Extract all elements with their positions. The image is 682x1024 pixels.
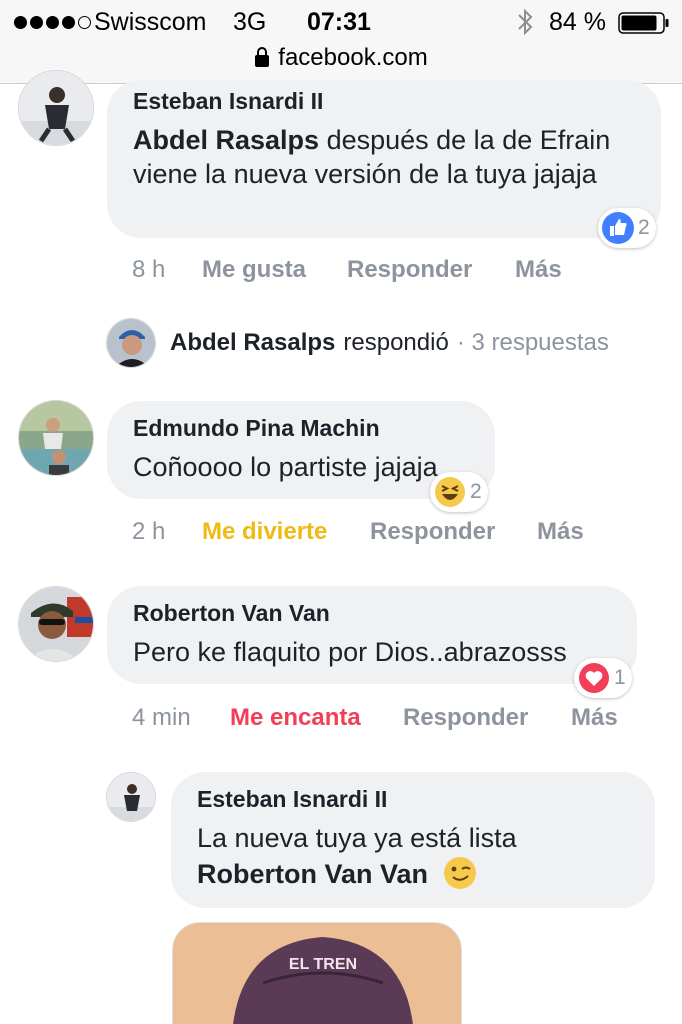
love-reaction-icon — [579, 663, 609, 693]
more-button[interactable]: Más — [571, 704, 618, 732]
reaction-summary[interactable]: 1 — [574, 658, 632, 698]
like-button[interactable]: Me gusta — [202, 256, 347, 284]
comment-author[interactable]: Esteban Isnardi II — [197, 786, 629, 813]
url-bar[interactable]: facebook.com — [0, 44, 682, 72]
avatar-photo — [107, 319, 155, 367]
battery-icon — [618, 12, 669, 34]
avatar-photo — [19, 587, 93, 661]
avatar[interactable] — [18, 70, 94, 146]
reaction-count: 2 — [470, 480, 482, 503]
avatar[interactable] — [18, 586, 94, 662]
replier-name: Abdel Rasalps — [170, 329, 336, 356]
mention-link[interactable]: Abdel Rasalps — [133, 125, 319, 155]
bluetooth-icon — [518, 8, 533, 36]
reply-button[interactable]: Responder — [370, 518, 537, 546]
avatar-photo — [107, 773, 155, 821]
haha-reaction-icon — [435, 477, 465, 507]
comment-actions: 8 h Me gusta Responder Más — [132, 256, 562, 284]
comment-body: La nueva tuya ya está lista — [197, 823, 517, 853]
comment-text: La nueva tuya ya está lista Roberton Van… — [197, 821, 629, 891]
view-replies-link[interactable]: Abdel Rasalps respondió · 3 respuestas — [106, 318, 609, 368]
comment-time[interactable]: 2 h — [132, 518, 202, 546]
reaction-count: 1 — [614, 666, 626, 689]
battery-percentage: 84 % — [549, 8, 606, 36]
cap-lettering: EL TREN — [289, 956, 357, 973]
comment-text: Abdel Rasalps después de la de Efrain vi… — [133, 123, 635, 191]
mention-link[interactable]: Roberton Van Van — [197, 859, 428, 889]
comment-time[interactable]: 4 min — [132, 704, 230, 732]
avatar — [106, 318, 156, 368]
signal-dots-icon — [14, 12, 91, 29]
comment-author[interactable]: Edmundo Pina Machin — [133, 415, 469, 442]
reply-button[interactable]: Responder — [347, 256, 515, 284]
comment-bubble[interactable]: Roberton Van Van Pero ke flaquito por Di… — [107, 586, 637, 684]
browser-chrome: Swisscom 3G 07:31 84 % facebook.com — [0, 0, 682, 84]
comment-text: Pero ke flaquito por Dios..abrazosss — [133, 637, 567, 667]
carrier-name: Swisscom — [94, 8, 207, 36]
more-button[interactable]: Más — [537, 518, 584, 546]
comment-actions: 4 min Me encanta Responder Más — [132, 704, 618, 732]
avatar-photo — [19, 401, 93, 475]
clock: 07:31 — [307, 8, 371, 36]
lock-icon — [255, 47, 270, 67]
avatar[interactable] — [106, 772, 156, 822]
replied-label: respondió — [343, 329, 449, 356]
comment-author[interactable]: Roberton Van Van — [133, 600, 611, 627]
image-attachment[interactable]: EL TREN — [172, 922, 462, 1024]
reaction-summary[interactable]: 2 — [598, 208, 656, 248]
status-bar: Swisscom 3G 07:31 84 % — [0, 8, 682, 38]
more-button[interactable]: Más — [515, 256, 562, 284]
comment-time[interactable]: 8 h — [132, 256, 202, 284]
reply-bubble[interactable]: Esteban Isnardi II La nueva tuya ya está… — [171, 772, 655, 908]
network-type: 3G — [233, 8, 267, 36]
attachment-image: EL TREN — [173, 923, 461, 1024]
reaction-button[interactable]: Me encanta — [230, 704, 403, 732]
like-reaction-icon — [602, 212, 634, 244]
comment-author[interactable]: Esteban Isnardi II — [133, 88, 635, 115]
comment-actions: 2 h Me divierte Responder Más — [132, 518, 584, 546]
reaction-summary[interactable]: 2 — [430, 472, 488, 512]
comment-bubble[interactable]: Esteban Isnardi II Abdel Rasalps después… — [107, 80, 661, 238]
replies-count: · 3 respuestas — [456, 329, 609, 356]
url-text: facebook.com — [278, 44, 428, 71]
avatar-photo — [19, 71, 93, 145]
reaction-button[interactable]: Me divierte — [202, 518, 370, 546]
avatar[interactable] — [18, 400, 94, 476]
wink-emoji-icon — [443, 857, 476, 889]
reply-button[interactable]: Responder — [403, 704, 571, 732]
comment-text: Coñoooo lo partiste jajaja — [133, 452, 438, 482]
reaction-count: 2 — [638, 216, 650, 239]
